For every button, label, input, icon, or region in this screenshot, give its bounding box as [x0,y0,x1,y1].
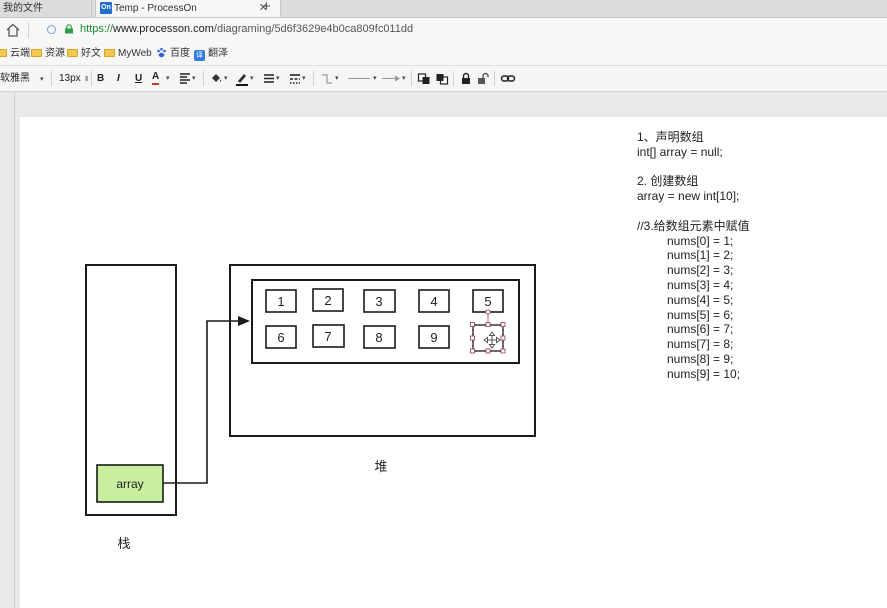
notes-line: nums[3] = 4; [667,277,734,292]
notes-line [637,204,877,219]
stack-label: 栈 [117,536,130,551]
resize-handle[interactable] [500,335,506,341]
notes-line: array = new int[10]; [637,189,740,204]
notes-line: 2. 创建数组 [637,174,699,189]
cell-value: 5 [484,294,491,309]
notes-line: nums[2] = 3; [667,263,734,278]
cell-value: 7 [324,329,331,344]
heap-label: 堆 [374,459,387,474]
cell-value: 2 [324,293,331,308]
cell-value: 4 [430,294,437,309]
resize-handle[interactable] [500,348,506,354]
notes-line: nums[0] = 1; [667,233,734,248]
notes-line: nums[4] = 5; [667,292,734,307]
notes-line: nums[9] = 10; [667,366,741,381]
notes-line: int[] array = null; [637,144,723,159]
selected-array-cell[interactable] [470,309,506,354]
notes-line: nums[7] = 8; [667,337,734,352]
notes-line: nums[5] = 6; [667,307,734,322]
rotate-handle[interactable] [485,309,491,315]
notes-line: 1、声明数组 [637,130,704,144]
code-notes-text[interactable]: 1、声明数组 int[] array = null; 2. 创建数组 array = … [637,130,877,382]
arrow-head-icon [238,316,250,326]
notes-line: nums[1] = 2; [667,248,734,263]
resize-handle[interactable] [485,322,491,327]
resize-handle[interactable] [485,348,491,354]
notes-line: //3.给数组元素中赋值 [637,218,750,233]
notes-line: nums[8] = 9; [667,351,734,366]
cell-value: 6 [277,330,284,345]
resize-handle[interactable] [470,335,475,341]
cell-value: 3 [375,294,382,309]
resize-handle[interactable] [470,348,475,354]
cell-value: 8 [375,330,382,345]
resize-handle[interactable] [500,322,506,327]
notes-line: nums[6] = 7; [667,322,734,337]
resize-handle[interactable] [470,322,475,327]
cell-value: 9 [430,330,437,345]
cell-value: 1 [277,294,284,309]
notes-line [637,160,877,175]
array-reference-label: array [116,477,143,491]
